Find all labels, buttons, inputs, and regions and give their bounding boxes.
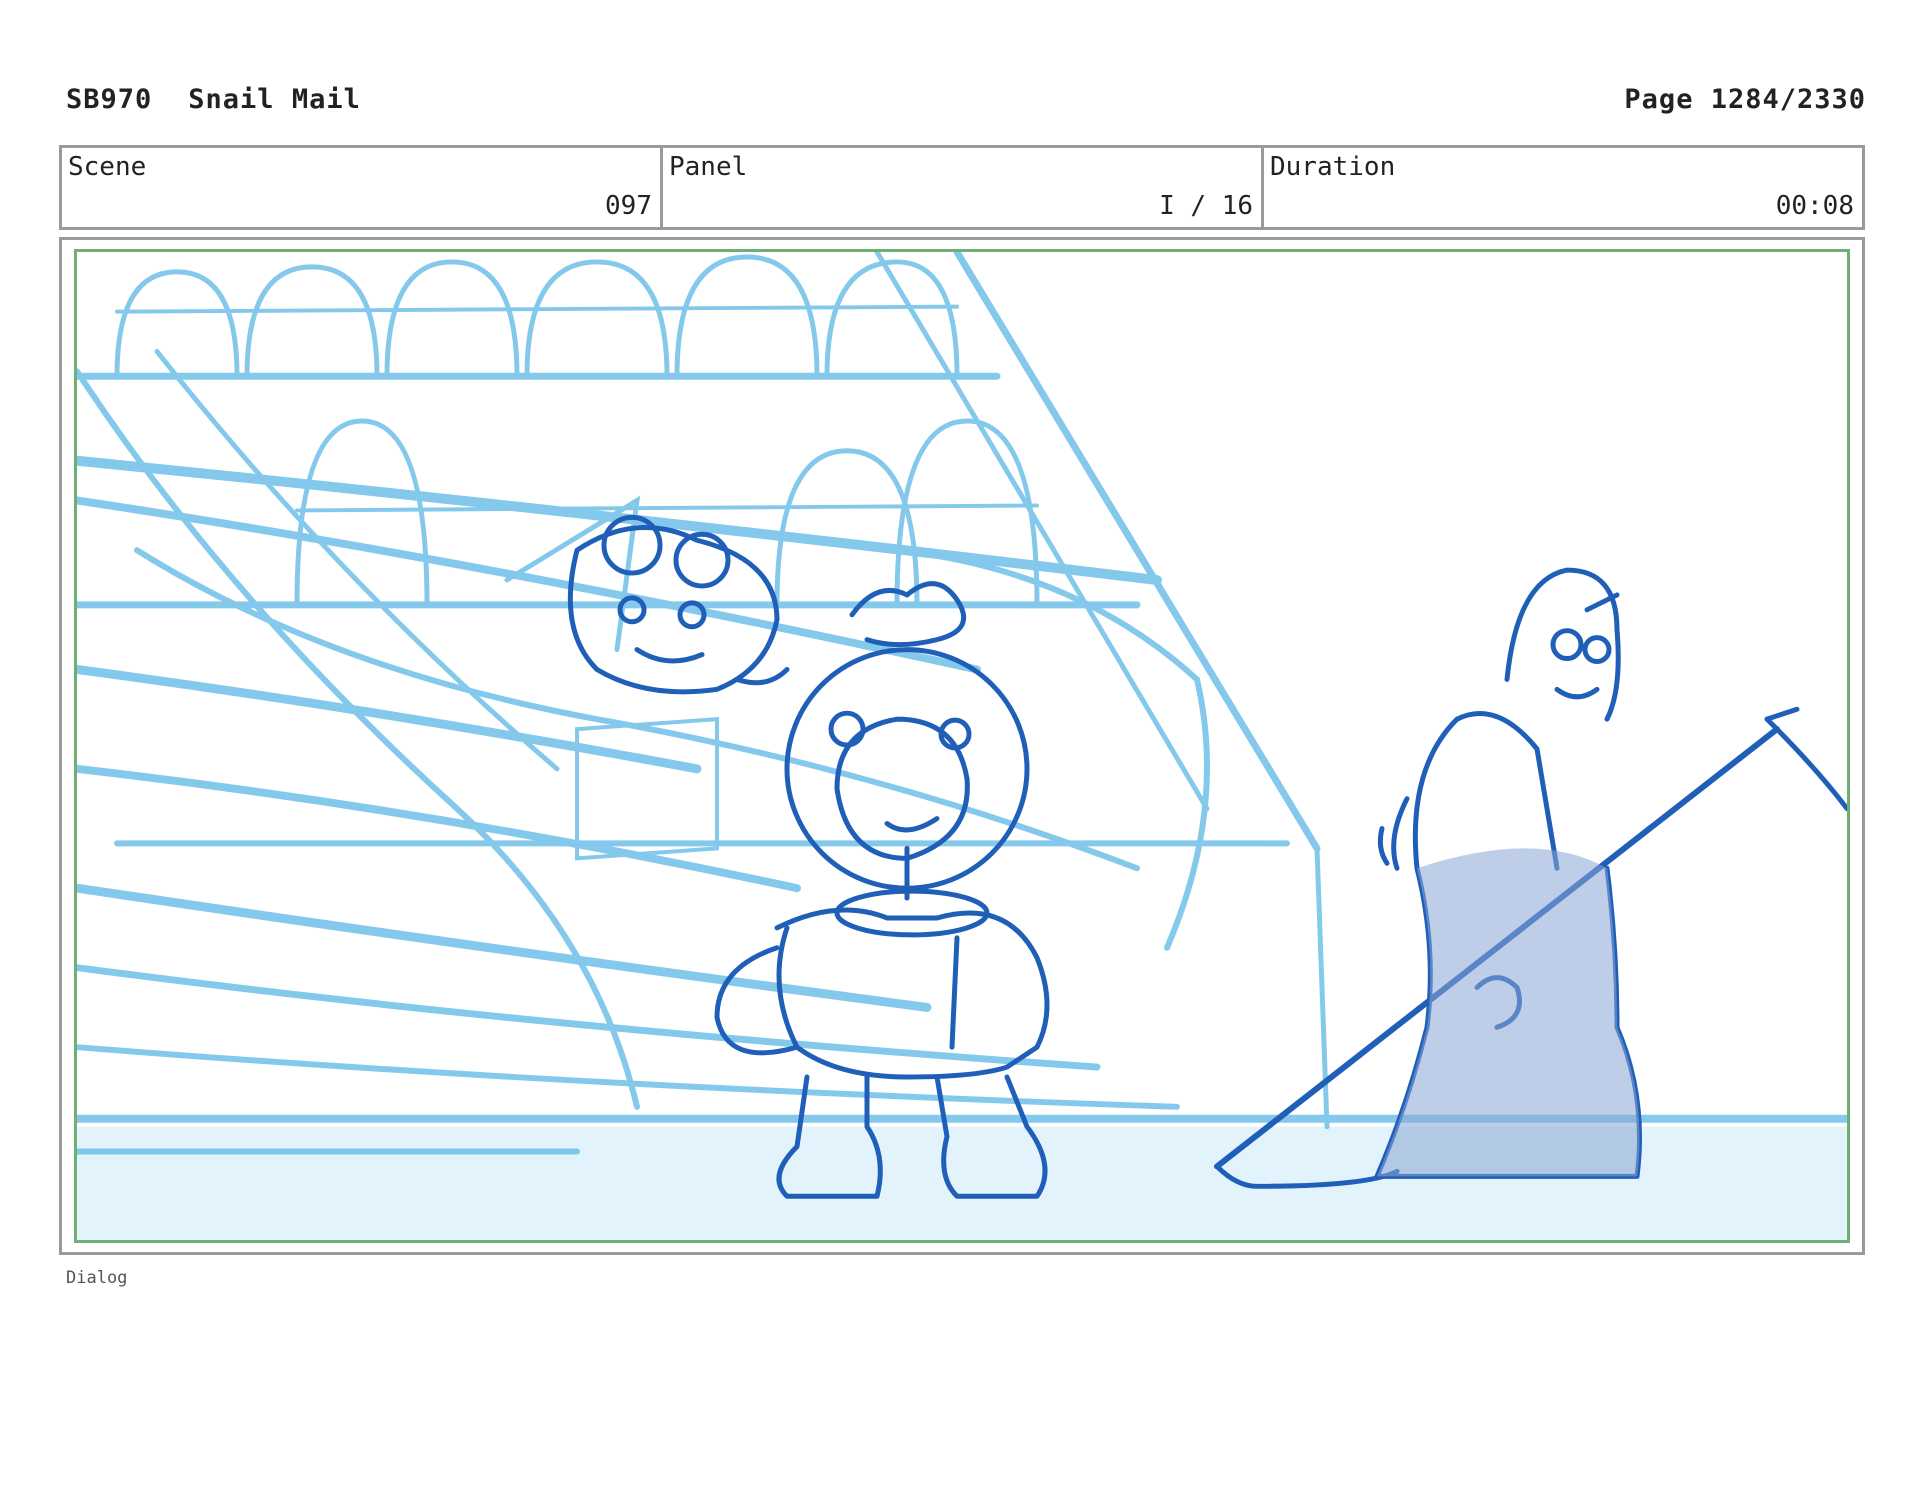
storyboard-panel-frame xyxy=(59,237,1865,1255)
production-code: SB970 xyxy=(66,84,153,115)
dialog-label: Dialog xyxy=(66,1268,128,1288)
scene-cell: Scene 097 xyxy=(62,148,663,227)
storyboard-sketch xyxy=(77,252,1847,1240)
duration-cell: Duration 00:08 xyxy=(1264,148,1862,227)
panel-label: Panel xyxy=(669,152,748,182)
panel-value: I / 16 xyxy=(1159,191,1253,221)
storyboard-header-left: SB970 Snail Mail xyxy=(66,84,361,115)
panel-info-bar: Scene 097 Panel I / 16 Duration 00:08 xyxy=(59,145,1865,230)
duration-value: 00:08 xyxy=(1775,191,1854,221)
scene-label: Scene xyxy=(68,152,147,182)
panel-safe-area xyxy=(74,249,1850,1243)
duration-label: Duration xyxy=(1270,152,1396,182)
episode-title: Snail Mail xyxy=(188,84,361,115)
character-inks xyxy=(567,514,1847,1199)
page-counter: Page 1284/2330 xyxy=(1624,84,1866,115)
panel-cell: Panel I / 16 xyxy=(663,148,1264,227)
scene-value: 097 xyxy=(605,191,652,221)
